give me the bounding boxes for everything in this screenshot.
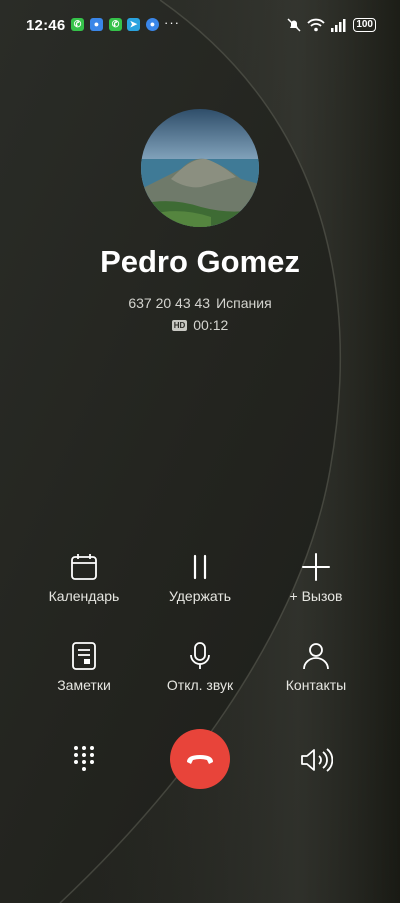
end-call-button[interactable] <box>170 729 230 789</box>
end-call-icon <box>187 755 213 764</box>
hd-voice-badge: HD <box>171 320 188 331</box>
notes-button[interactable]: Заметки <box>29 641 139 693</box>
call-duration: 00:12 <box>193 317 229 333</box>
add-call-label: + Вызов <box>289 588 343 604</box>
status-time: 12:46 <box>26 17 66 34</box>
contacts-label: Контакты <box>285 677 347 693</box>
hold-label: Удержать <box>168 588 232 604</box>
app-notification-icon: ● <box>146 18 159 31</box>
app-notification-icon: ● <box>90 18 103 31</box>
microphone-icon <box>190 642 210 669</box>
more-notifications-icon: ··· <box>164 15 180 30</box>
contacts-button[interactable]: Контакты <box>261 641 371 693</box>
add-call-button[interactable]: + Вызов <box>261 552 371 604</box>
pause-icon <box>193 554 207 580</box>
battery-icon: 100 <box>353 18 376 32</box>
wifi-icon <box>307 18 325 32</box>
silent-bell-icon <box>287 18 301 32</box>
plus-icon <box>302 553 330 581</box>
phone-number: 637 20 43 43 <box>128 295 211 311</box>
notes-label: Заметки <box>57 677 111 693</box>
mute-button[interactable]: Откл. звук <box>145 641 255 693</box>
hold-button[interactable]: Удержать <box>145 552 255 604</box>
contact-avatar <box>141 109 259 227</box>
status-bar: 12:46 ✆ ● ✆ ➤ ● ··· 100 <box>0 0 400 50</box>
mute-label: Откл. звук <box>166 677 234 693</box>
phone-notification-icon: ✆ <box>71 18 84 31</box>
call-timer: HD 00:12 <box>0 317 400 333</box>
calendar-icon <box>71 554 97 580</box>
phone-notification-icon: ✆ <box>109 18 122 31</box>
notes-icon <box>72 642 96 670</box>
calendar-button[interactable]: Календарь <box>29 552 139 604</box>
speaker-icon[interactable] <box>299 746 333 774</box>
calendar-label: Календарь <box>48 588 120 604</box>
dialpad-icon[interactable] <box>72 745 96 773</box>
caller-location: Испания <box>216 295 272 311</box>
caller-info: 637 20 43 43 Испания <box>0 295 400 311</box>
telegram-notification-icon: ➤ <box>127 18 140 31</box>
person-icon <box>303 643 329 670</box>
signal-icon <box>331 18 346 32</box>
contact-name: Pedro Gomez <box>100 244 300 279</box>
